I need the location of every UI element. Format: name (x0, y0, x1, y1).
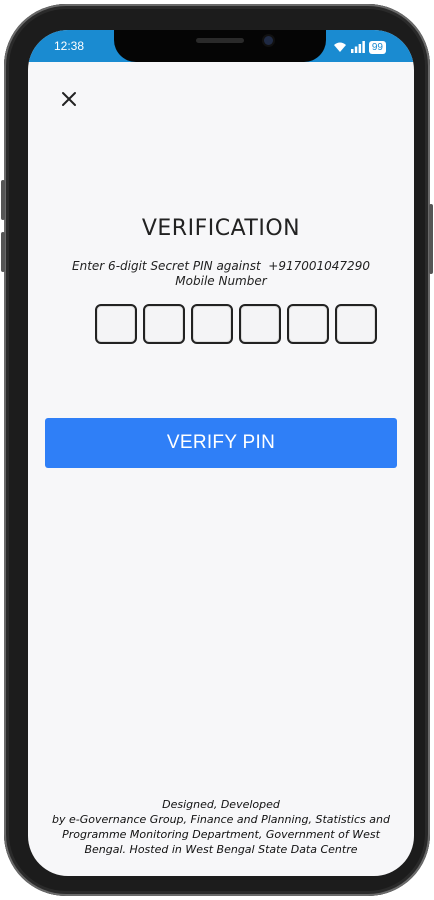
wifi-icon (333, 38, 347, 57)
pin-input-group (95, 304, 377, 344)
verify-pin-button[interactable]: VERIFY PIN (45, 418, 397, 468)
close-icon (62, 92, 76, 106)
pin-instruction: Enter 6-digit Secret PIN against +917001… (38, 259, 404, 289)
pin-digit-6[interactable] (335, 304, 377, 344)
footer-credits: Designed, Developed by e-Governance Grou… (32, 797, 410, 857)
volume-up-button (1, 180, 5, 220)
volume-down-button (1, 232, 5, 272)
footer-line-2: by e-Governance Group, Finance and Plann… (52, 813, 390, 826)
footer-line-3: Programme Monitoring Department, Governm… (62, 828, 380, 841)
pin-digit-2[interactable] (143, 304, 185, 344)
pin-digit-1[interactable] (95, 304, 137, 344)
page-title: VERIFICATION (141, 216, 301, 241)
pin-instruction-line1: Enter 6-digit Secret PIN against +917001… (72, 259, 370, 273)
pin-digit-5[interactable] (287, 304, 329, 344)
footer-line-4: Bengal. Hosted in West Bengal State Data… (84, 843, 358, 856)
power-button (429, 204, 433, 274)
pin-digit-4[interactable] (239, 304, 281, 344)
close-button[interactable] (56, 86, 82, 112)
pin-instruction-line2: Mobile Number (175, 274, 267, 288)
front-camera (264, 36, 273, 45)
status-icons: 99 (333, 38, 386, 57)
app-screen: 12:38 99 VERIFICATION Enter 6-digit Secr… (28, 30, 414, 876)
footer-line-1: Designed, Developed (162, 798, 280, 811)
phone-notch (114, 30, 326, 62)
earpiece-speaker (196, 38, 244, 43)
battery-icon: 99 (368, 41, 386, 54)
pin-digit-3[interactable] (191, 304, 233, 344)
status-time: 12:38 (54, 39, 85, 53)
phone-frame: 12:38 99 VERIFICATION Enter 6-digit Secr… (1, 4, 433, 896)
signal-icon (350, 38, 365, 57)
